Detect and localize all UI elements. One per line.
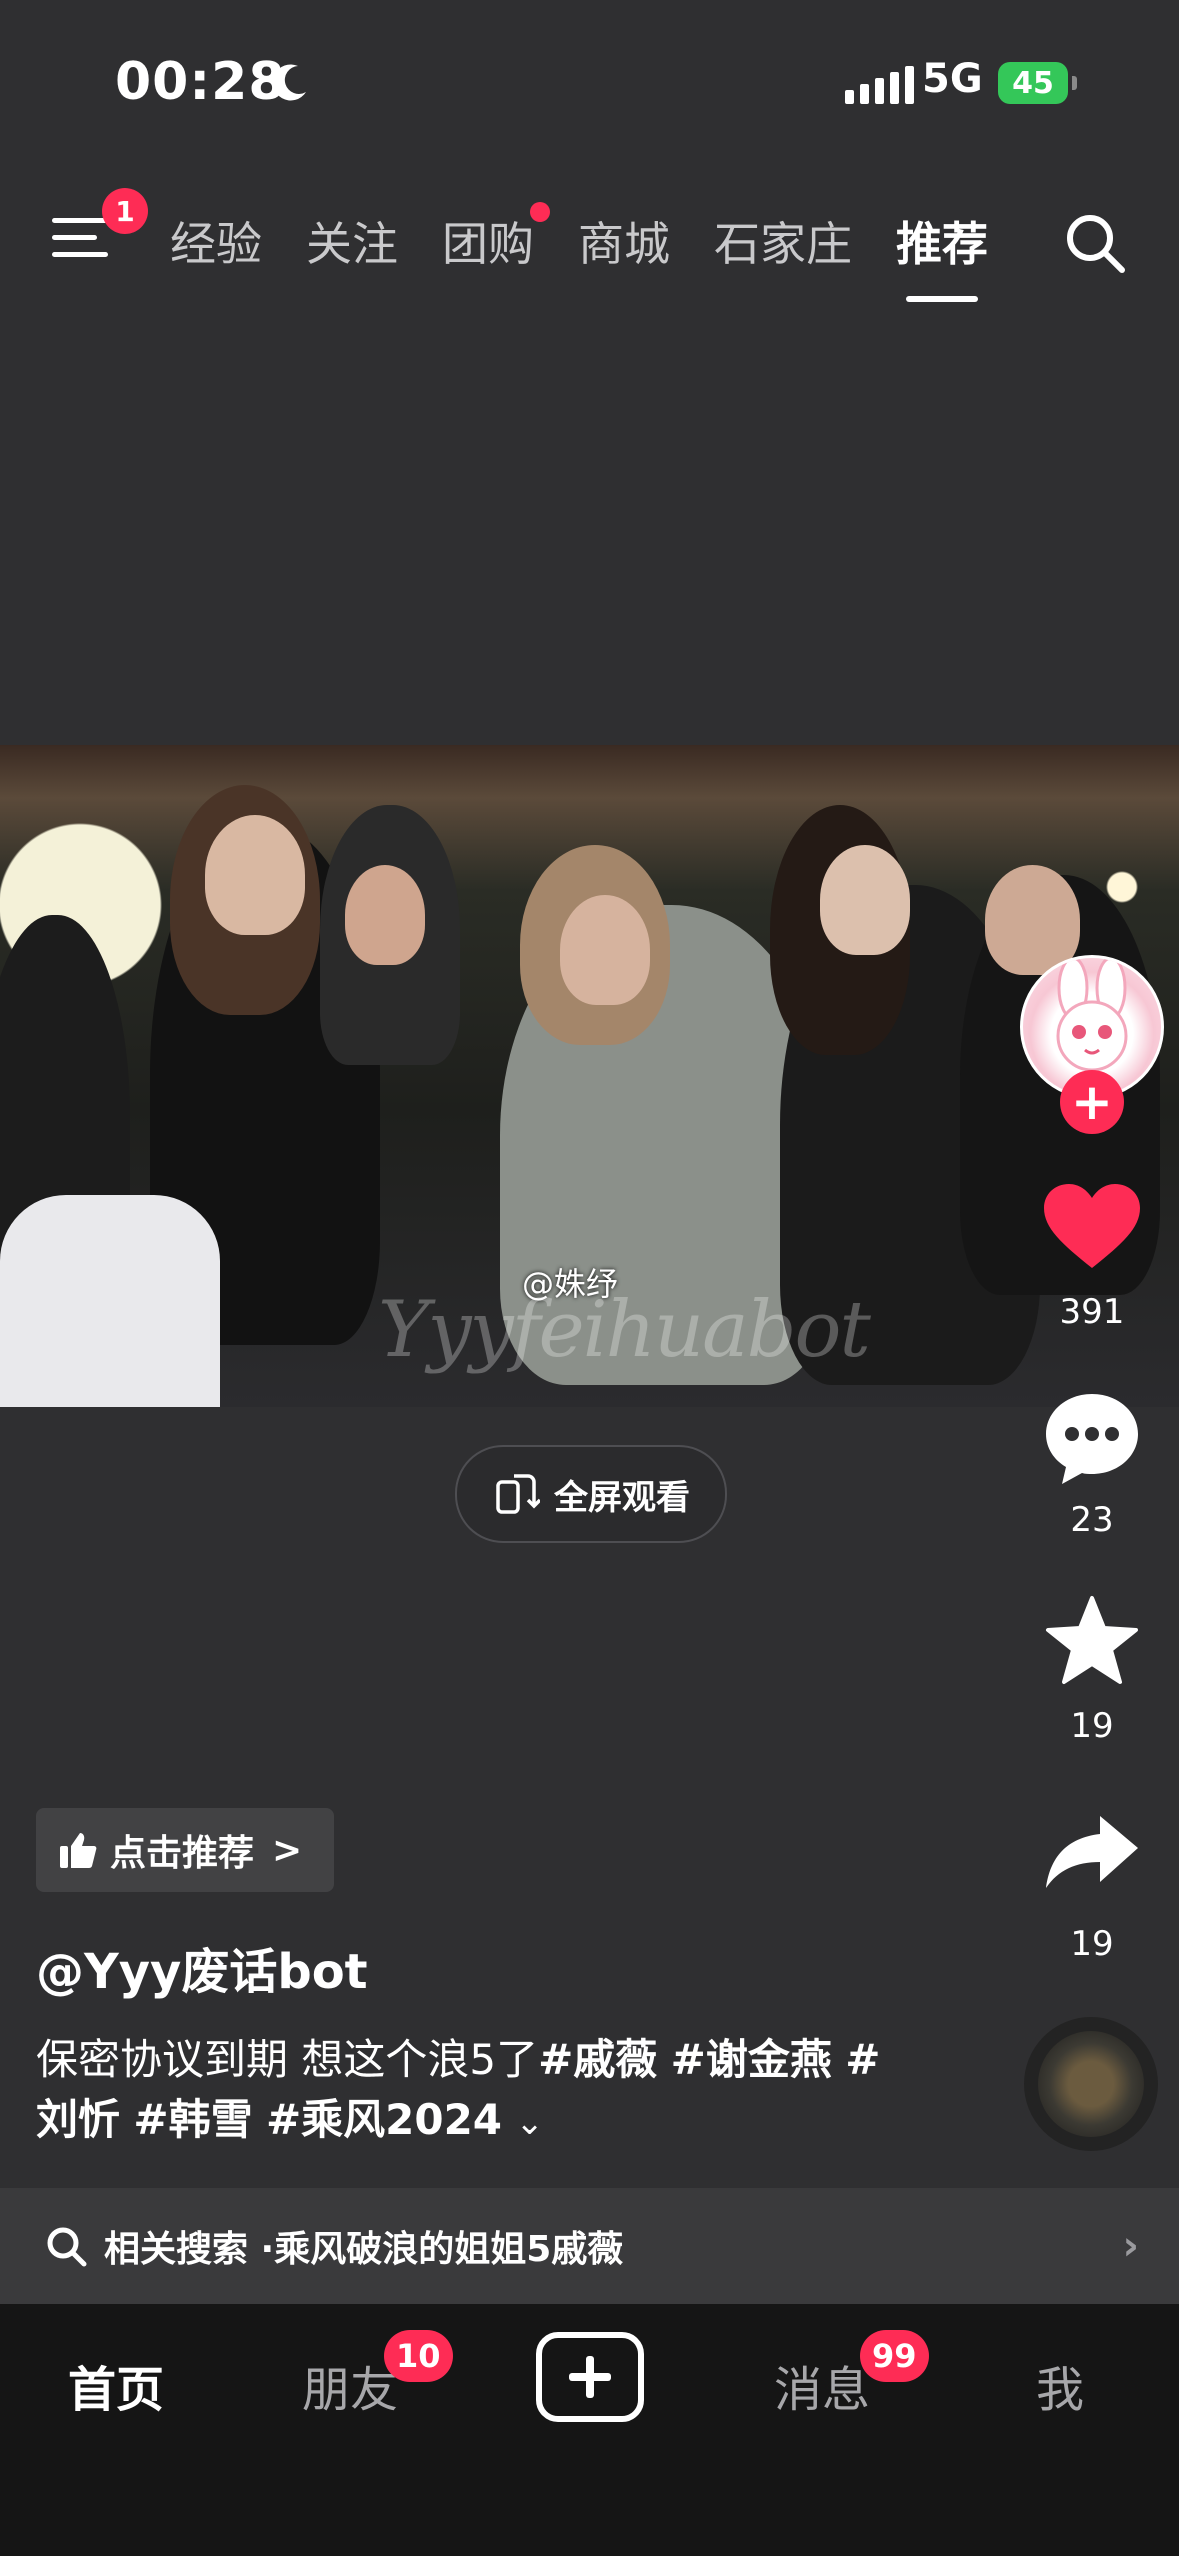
recommend-chip[interactable]: 点击推荐 > <box>36 1808 334 1892</box>
menu-button[interactable] <box>52 218 108 268</box>
like-count: 391 <box>1059 1292 1125 1332</box>
battery-icon: 45 <box>998 62 1068 104</box>
messages-badge: 99 <box>860 2330 929 2382</box>
signal-icon <box>845 66 914 104</box>
tab-group-buy[interactable]: 团购 <box>420 202 556 274</box>
author-name[interactable]: @Yyy废话bot <box>36 1932 368 2002</box>
hashtag[interactable]: # <box>845 2035 880 2084</box>
related-prefix: 相关搜索 · <box>104 2229 275 2270</box>
tab-mall[interactable]: 商城 <box>556 208 692 274</box>
chevron-right-icon: › <box>1122 2223 1139 2269</box>
thumbs-up-icon <box>60 1833 97 1868</box>
recommend-label: 点击推荐 <box>110 1833 255 1874</box>
share-arrow-icon <box>1046 1816 1138 1888</box>
favorite-count: 19 <box>1070 1706 1114 1746</box>
rotate-phone-icon <box>496 1474 540 1514</box>
nav-home[interactable]: 首页 <box>68 2350 164 2420</box>
network-label: 5G <box>922 56 983 102</box>
plus-icon <box>569 2356 611 2398</box>
search-icon[interactable] <box>1062 210 1128 276</box>
status-time: 00:28 <box>115 52 286 112</box>
fullscreen-button[interactable]: 全屏观看 <box>455 1445 727 1543</box>
tab-following[interactable]: 关注 <box>284 208 420 274</box>
follow-button[interactable]: + <box>1060 1070 1124 1134</box>
nav-me[interactable]: 我 <box>1036 2350 1084 2420</box>
video-player[interactable]: @姝纾 Yyyfeihuabot <box>0 745 1179 1407</box>
music-disc[interactable] <box>1024 2017 1158 2151</box>
hashtag[interactable]: #韩雪 <box>133 2095 252 2144</box>
comment-button[interactable] <box>1037 1390 1147 1486</box>
tab-recommend[interactable]: 推荐 <box>874 208 1010 274</box>
star-icon <box>1046 1596 1138 1684</box>
share-button[interactable] <box>1037 1812 1147 1892</box>
hashtag[interactable]: 刘忻 <box>36 2095 120 2144</box>
hashtag[interactable]: #谢金燕 <box>671 2035 832 2084</box>
fullscreen-label: 全屏观看 <box>554 1477 690 1518</box>
video-script-watermark: Yyyfeihuabot <box>378 1285 871 1375</box>
create-button[interactable] <box>536 2332 644 2422</box>
battery-tip <box>1072 76 1077 90</box>
favorite-button[interactable] <box>1037 1594 1147 1686</box>
friends-badge: 10 <box>384 2330 453 2382</box>
comment-icon <box>1046 1394 1138 1484</box>
video-description[interactable]: 保密协议到期 想这个浪5了#戚薇 #谢金燕 # 刘忻 #韩雪 #乘风2024 ⌄ <box>36 2030 916 2153</box>
comment-count: 23 <box>1070 1500 1114 1540</box>
heart-icon <box>1044 1184 1140 1268</box>
top-tabs: 经验 关注 团购 商城 石家庄 推荐 <box>170 202 1010 274</box>
moon-icon <box>272 64 306 101</box>
tab-experience[interactable]: 经验 <box>170 208 284 274</box>
related-query: 乘风破浪的姐姐5戚薇 <box>274 2229 624 2270</box>
like-button[interactable] <box>1037 1182 1147 1272</box>
nav-messages[interactable]: 消息 <box>774 2350 870 2420</box>
tab-group-buy-label: 团购 <box>442 217 534 271</box>
red-dot-badge <box>530 202 550 222</box>
description-text: 保密协议到期 想这个浪5了 <box>36 2035 539 2084</box>
chevron-down-icon[interactable]: ⌄ <box>515 2103 544 2143</box>
hashtag[interactable]: #乘风2024 <box>266 2095 502 2144</box>
share-count: 19 <box>1070 1924 1114 1964</box>
search-icon <box>47 2227 87 2267</box>
related-search-bar[interactable]: 相关搜索 · 乘风破浪的姐姐5戚薇 › <box>0 2188 1179 2304</box>
tab-city[interactable]: 石家庄 <box>692 208 874 274</box>
battery-level: 45 <box>1012 65 1054 101</box>
chevron-right-icon: > <box>272 1829 303 1871</box>
hashtag[interactable]: #戚薇 <box>538 2035 657 2084</box>
menu-badge: 1 <box>102 188 148 234</box>
